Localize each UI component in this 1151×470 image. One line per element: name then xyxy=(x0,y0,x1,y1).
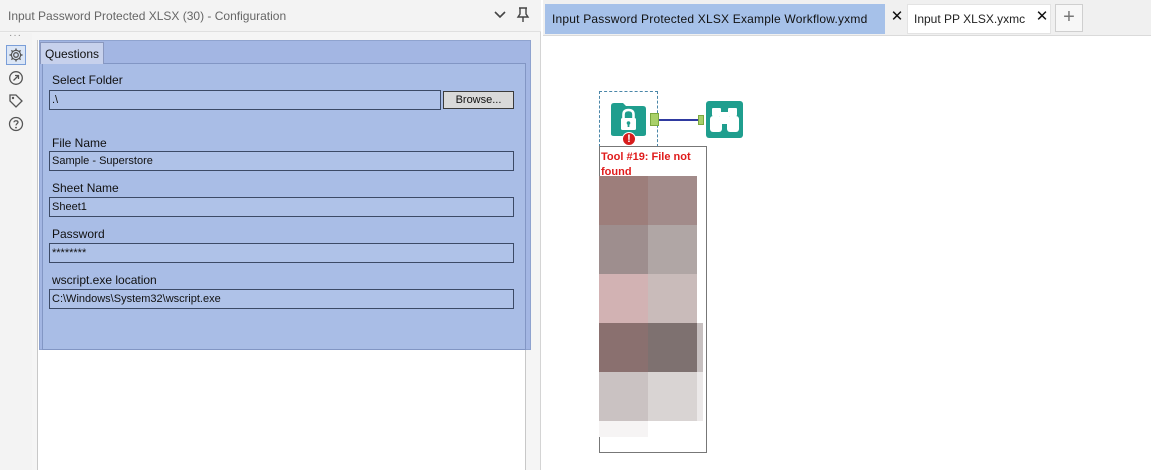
browse-tool[interactable] xyxy=(706,101,743,138)
file-name-input[interactable]: Sample - Superstore xyxy=(49,151,514,171)
pin-button[interactable] xyxy=(513,5,533,25)
file-name-label: File Name xyxy=(52,136,107,150)
select-folder-input[interactable]: .\ xyxy=(49,90,441,110)
more-options-icon[interactable]: ··· xyxy=(9,30,22,41)
tab-workflow-yxmd[interactable]: Input Password Protected XLSX Example Wo… xyxy=(545,4,885,34)
close-icon[interactable]: ✕ xyxy=(1035,9,1049,24)
password-label: Password xyxy=(52,227,105,241)
add-tab-button[interactable]: + xyxy=(1055,4,1083,32)
input-anchor[interactable] xyxy=(698,115,704,125)
configuration-tab-button[interactable] xyxy=(6,45,26,65)
configuration-title: Input Password Protected XLSX (30) - Con… xyxy=(8,9,287,23)
annotation-tab-button[interactable] xyxy=(6,91,26,111)
collapse-button[interactable] xyxy=(490,5,510,25)
tab-macro-yxmc[interactable]: Input PP XLSX.yxmc xyxy=(907,4,1051,34)
browse-button[interactable]: Browse... xyxy=(443,91,514,109)
tab-questions[interactable]: Questions xyxy=(40,42,104,64)
gear-icon xyxy=(9,48,23,62)
binoculars-icon xyxy=(706,101,743,138)
help-icon xyxy=(8,116,24,132)
document-tab-strip: Input Password Protected XLSX Example Wo… xyxy=(543,0,1151,36)
sheet-name-input[interactable]: Sheet1 xyxy=(49,197,514,217)
password-input[interactable]: ******** xyxy=(49,243,514,263)
error-icon: ! xyxy=(622,132,636,146)
output-anchor[interactable] xyxy=(650,113,659,126)
wscript-location-label: wscript.exe location xyxy=(52,273,157,287)
close-icon[interactable]: ✕ xyxy=(890,9,904,24)
connection-line[interactable] xyxy=(659,119,699,121)
arrow-circle-icon xyxy=(9,71,23,85)
sheet-name-label: Sheet Name xyxy=(52,181,119,195)
select-folder-label: Select Folder xyxy=(52,73,123,87)
tag-icon xyxy=(9,94,23,108)
help-tab-button[interactable] xyxy=(6,114,26,134)
chevron-down-icon xyxy=(494,11,506,19)
config-icon-rail: ··· xyxy=(0,30,32,470)
layout-tab-button[interactable] xyxy=(6,68,26,88)
pin-icon xyxy=(516,7,530,22)
configuration-header: Input Password Protected XLSX (30) - Con… xyxy=(0,0,541,32)
wscript-location-input[interactable]: C:\Windows\System32\wscript.exe xyxy=(49,289,514,309)
